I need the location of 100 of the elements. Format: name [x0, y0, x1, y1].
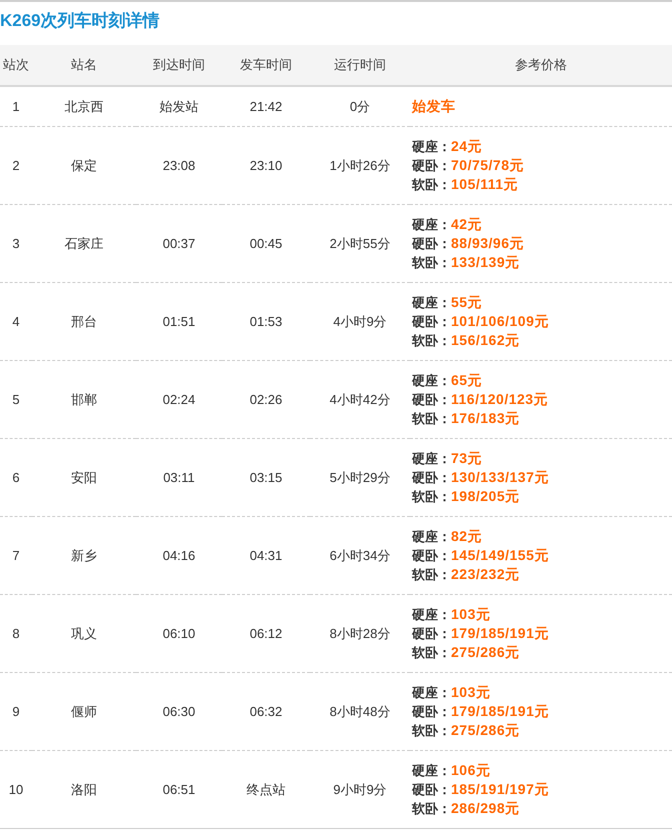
table-cell: 北京西 — [64, 98, 104, 114]
fare-price: 73元 — [451, 450, 482, 466]
table-cell: 02:26 — [250, 392, 282, 407]
fare-price: 223/232元 — [451, 566, 520, 582]
table-cell: 1 — [12, 99, 20, 114]
fare-price: 130/133/137元 — [451, 469, 549, 485]
fare-label: 软卧： — [412, 723, 451, 738]
fare-label: 硬座： — [412, 763, 451, 778]
fare-label: 软卧： — [412, 177, 451, 192]
fare-label: 软卧： — [412, 255, 451, 270]
fare-price: 275/286元 — [451, 722, 520, 738]
fare-price: 156/162元 — [451, 332, 520, 348]
table-cell: 06:30 — [162, 704, 196, 719]
table-cell: 06:12 — [250, 626, 282, 641]
fare-label: 硬卧： — [412, 548, 451, 563]
table-cell: 4小时42分 — [330, 392, 390, 406]
table-cell: 23:08 — [162, 158, 196, 173]
table-cell: 保定 — [71, 158, 97, 172]
table-cell: 0分 — [350, 98, 370, 114]
fare-price: 82元 — [451, 528, 482, 544]
fare-label: 硬座： — [412, 685, 451, 700]
table-cell: 8小时28分 — [330, 626, 390, 640]
fare-price: 42元 — [451, 216, 482, 232]
fare-price: 55元 — [451, 294, 482, 310]
fare-label: 软卧： — [412, 333, 451, 348]
table-cell: 偃师 — [71, 704, 97, 718]
table-cell: 06:10 — [162, 626, 196, 641]
table-cell: 23:10 — [250, 158, 282, 173]
page-title: K269次列车时刻详情 — [0, 10, 161, 32]
fare-price: 24元 — [451, 138, 482, 154]
fare-label: 软卧： — [412, 411, 451, 426]
table-cell: 02:24 — [162, 392, 196, 407]
table-cell: 2 — [12, 158, 20, 173]
column-header: 站次 — [0, 45, 32, 86]
fare-label: 硬座： — [412, 451, 451, 466]
table-cell: 始发站 — [160, 98, 198, 114]
fare-label: 硬座： — [412, 139, 451, 154]
fare-price: 70/75/78元 — [451, 157, 524, 173]
table-cell: 4 — [12, 314, 20, 329]
table-cell: 终点站 — [246, 782, 286, 796]
fare-price: 88/93/96元 — [451, 235, 524, 251]
table-cell: 2小时55分 — [330, 236, 390, 250]
fare-label: 硬座： — [412, 529, 451, 544]
fare-label: 硬座： — [412, 373, 451, 388]
table-cell: 04:16 — [162, 548, 196, 563]
table-cell: 01:53 — [250, 314, 282, 329]
table-cell: 7 — [12, 548, 20, 563]
table-cell: 洛阳 — [71, 782, 97, 796]
table-cell: 10 — [8, 782, 24, 797]
fare-label: 软卧： — [412, 489, 451, 504]
fare-label: 软卧： — [412, 567, 451, 582]
fare-label: 硬座： — [412, 607, 451, 622]
table-cell: 03:15 — [250, 470, 282, 485]
fare-label: 软卧： — [412, 645, 451, 660]
fare-label: 软卧： — [412, 801, 451, 816]
table-cell: 1小时26分 — [330, 158, 390, 172]
table-cell: 石家庄 — [64, 236, 104, 250]
fare-price: 106元 — [451, 762, 490, 778]
table-cell: 9 — [12, 704, 20, 719]
fare-label: 硬卧： — [412, 470, 451, 485]
fare-price: 133/139元 — [451, 254, 520, 270]
fare-price: 116/120/123元 — [451, 391, 548, 407]
fare-label: 硬卧： — [412, 626, 451, 641]
fare-price: 185/191/197元 — [451, 781, 549, 797]
fare-price: 65元 — [451, 372, 482, 388]
fare-price: 105/111元 — [451, 176, 518, 192]
table-cell: 6 — [12, 470, 20, 485]
fare-label: 硬座： — [412, 217, 451, 232]
table-cell: 21:42 — [250, 99, 282, 114]
table-cell: 03:11 — [163, 470, 195, 485]
fare-label: 硬卧： — [412, 782, 451, 797]
column-header: 运行时间 — [310, 45, 410, 86]
table-cell: 9小时9分 — [333, 782, 387, 796]
fare-label: 硬卧： — [412, 314, 451, 329]
column-header: 参考价格 — [410, 45, 672, 86]
table-cell: 巩义 — [71, 626, 97, 640]
table-cell: 邢台 — [71, 314, 97, 328]
fare-price: 198/205元 — [451, 488, 520, 504]
fare-price: 286/298元 — [451, 800, 520, 816]
price-note: 始发车 — [412, 98, 456, 114]
table-cell: 新乡 — [71, 548, 97, 562]
fare-label: 硬座： — [412, 295, 451, 310]
fare-label: 硬卧： — [412, 158, 451, 173]
table-cell: 安阳 — [71, 470, 97, 484]
table-cell: 06:32 — [250, 704, 282, 719]
fare-price: 145/149/155元 — [451, 547, 549, 563]
table-cell: 8 — [12, 626, 20, 641]
fare-price: 275/286元 — [451, 644, 520, 660]
table-cell: 06:51 — [162, 782, 196, 797]
column-header: 站名 — [32, 45, 136, 86]
table-cell: 8小时48分 — [330, 704, 390, 718]
fare-label: 硬卧： — [412, 704, 451, 719]
table-cell: 00:45 — [250, 236, 282, 251]
fare-price: 101/106/109元 — [451, 313, 549, 329]
table-cell: 6小时34分 — [330, 548, 390, 562]
column-header: 到达时间 — [136, 45, 222, 86]
table-cell: 4小时9分 — [333, 314, 387, 328]
fare-price: 179/185/191元 — [451, 703, 549, 719]
column-header: 发车时间 — [222, 45, 310, 86]
table-cell: 邯郸 — [71, 392, 97, 406]
